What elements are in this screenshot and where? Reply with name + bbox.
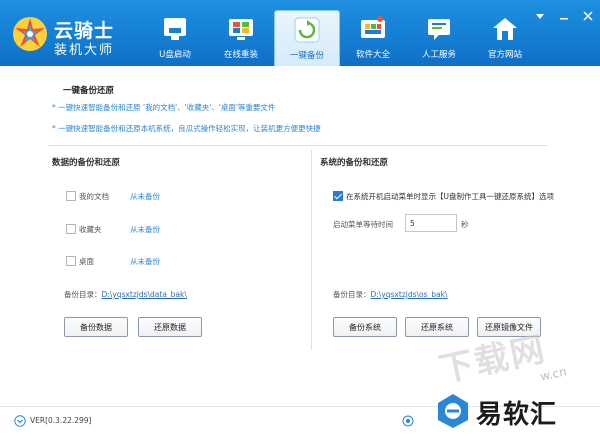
tab-software[interactable]: 软件大全: [340, 10, 406, 66]
backup-system-button[interactable]: 备份系统: [333, 317, 397, 337]
favorites-checkbox[interactable]: [66, 224, 76, 234]
system-panel-title: 系统的备份和还原: [320, 158, 389, 168]
header-bar: 云骑士 装机大师 U盘启动 在线重装 一键备份 软件大全 人工服务 官方网站: [0, 0, 600, 66]
wait-time-label: 启动菜单等待时间: [333, 220, 393, 229]
data-backup-dir: 备份目录：D:\yqsxtzjds\data_bak\: [64, 289, 187, 300]
window-controls: [534, 10, 594, 22]
chat-icon: [428, 19, 450, 40]
tab-label: 官方网站: [487, 50, 522, 60]
my-documents-checkbox[interactable]: [66, 191, 76, 201]
windows-icon: [229, 19, 253, 40]
tab-official-site[interactable]: 官方网站: [472, 10, 538, 66]
main-nav: U盘启动 在线重装 一键备份 软件大全 人工服务 官方网站: [142, 10, 538, 66]
desktop-checkbox[interactable]: [66, 256, 76, 266]
tab-label: 软件大全: [355, 50, 390, 60]
refresh-icon: [294, 17, 320, 43]
boot-menu-label: 在系统开机启动菜单时显示【U盘制作工具一键还原系统】选项: [346, 192, 554, 201]
divider: [48, 145, 548, 146]
tip-line: * 一键快速智能备份和还原 '我的文档'、'收藏夹'、'桌面'等重要文件: [52, 103, 276, 112]
usb-icon: [164, 18, 186, 40]
data-dir-link[interactable]: D:\yqsxtzjds\data_bak\: [102, 290, 187, 299]
app-logo: 云骑士 装机大师: [10, 14, 140, 58]
dropdown-arrow-icon[interactable]: [534, 10, 546, 22]
tip-line: * 一键快速智能备份和还原本机系统，良瓜式操作轻松实现，让装机更方便更快捷: [52, 124, 321, 133]
close-icon[interactable]: [582, 10, 594, 22]
version-text: VER[0.3.22.299]: [30, 416, 92, 425]
minimize-icon[interactable]: [558, 10, 570, 22]
backup-data-button[interactable]: 备份数据: [64, 317, 128, 337]
tab-label: 一键备份: [289, 51, 324, 61]
data-panel-title: 数据的备份和还原: [52, 158, 121, 168]
restore-system-button[interactable]: 还原系统: [405, 317, 469, 337]
home-icon: [493, 18, 517, 40]
system-backup-dir: 备份目录：D:\yqsxtzjds\os_bak\: [333, 289, 448, 300]
wait-unit-label: 秒: [461, 220, 469, 229]
tab-label: 人工服务: [421, 50, 456, 60]
desktop-label: 桌面: [79, 257, 94, 266]
desktop-status: 从未备份: [130, 257, 160, 266]
favorites-label: 收藏夹: [79, 225, 102, 234]
tab-online-reinstall[interactable]: 在线重装: [208, 10, 274, 66]
boot-menu-checkbox[interactable]: [333, 191, 343, 201]
software-icon: [361, 16, 385, 38]
data-dir-label: 备份目录：: [64, 290, 102, 299]
watermark-brand-text: 易软汇: [476, 400, 558, 430]
divider: [311, 150, 312, 350]
wait-time-input[interactable]: [405, 214, 457, 232]
app-subtitle: 装机大师: [54, 43, 115, 58]
version-chevron-icon[interactable]: [14, 415, 26, 427]
brand-logo-icon: [438, 394, 468, 428]
tab-one-key-backup[interactable]: 一键备份: [274, 10, 340, 66]
restore-data-button[interactable]: 还原数据: [138, 317, 202, 337]
system-dir-label: 备份目录：: [333, 290, 371, 299]
tab-label: 在线重装: [223, 50, 258, 60]
system-dir-link[interactable]: D:\yqsxtzjds\os_bak\: [371, 290, 448, 299]
watermark-brand: 易软汇: [428, 390, 598, 434]
my-documents-status: 从未备份: [130, 192, 160, 201]
tab-manual-service[interactable]: 人工服务: [406, 10, 472, 66]
section-title: 一键备份还原: [63, 86, 115, 96]
my-documents-label: 我的文档: [79, 192, 109, 201]
tab-label: U盘启动: [159, 50, 191, 60]
tab-usb-boot[interactable]: U盘启动: [142, 10, 208, 66]
knight-logo-icon: [13, 17, 47, 51]
favorites-status: 从未备份: [130, 225, 160, 234]
settings-icon[interactable]: [402, 415, 414, 427]
